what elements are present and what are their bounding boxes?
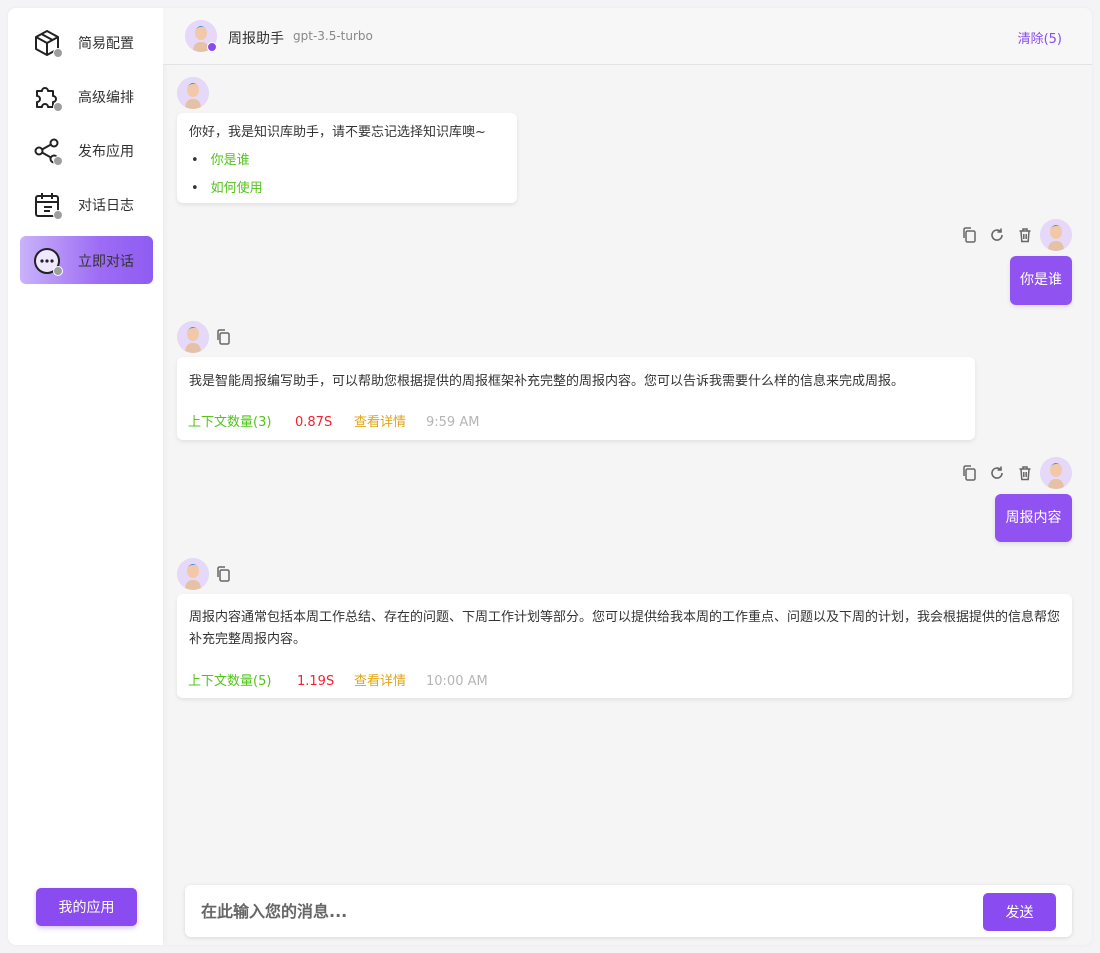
message-input-bar: 发送 bbox=[185, 885, 1072, 937]
bot-avatar bbox=[177, 77, 209, 109]
view-details-link[interactable]: 查看详情 bbox=[354, 671, 406, 693]
bot-message: 你好，我是知识库助手，请不要忘记选择知识库噢~ • 你是谁 • 如何使用 bbox=[177, 113, 517, 203]
copy-icon[interactable] bbox=[214, 328, 232, 346]
sidebar-item-label: 对话日志 bbox=[78, 198, 134, 214]
bot-avatar bbox=[177, 558, 209, 590]
message-text: 你好，我是知识库助手，请不要忘记选择知识库噢~ bbox=[189, 125, 486, 140]
sidebar: 简易配置 高级编排 发布应用 对话日志 立即对话 我的应用 bbox=[8, 8, 163, 945]
copy-icon[interactable] bbox=[214, 565, 232, 583]
status-dot bbox=[53, 266, 63, 276]
message-time: 10:00 AM bbox=[426, 674, 488, 689]
context-count[interactable]: 上下文数量(3) bbox=[188, 412, 271, 434]
chat-header: 周报助手 gpt-3.5-turbo 清除(5) bbox=[163, 8, 1092, 65]
suggestion-link[interactable]: 如何使用 bbox=[211, 181, 263, 196]
online-status-dot bbox=[207, 42, 217, 52]
message-time: 9:59 AM bbox=[426, 415, 480, 430]
view-details-link[interactable]: 查看详情 bbox=[354, 412, 406, 434]
suggestion-item[interactable]: • 如何使用 bbox=[191, 178, 263, 200]
user-avatar bbox=[1040, 219, 1072, 251]
sidebar-item-label: 简易配置 bbox=[78, 36, 134, 52]
response-duration: 1.19S bbox=[297, 674, 335, 689]
user-message: 周报内容 bbox=[995, 494, 1072, 542]
model-name: gpt-3.5-turbo bbox=[293, 29, 373, 43]
delete-icon[interactable] bbox=[1016, 226, 1034, 244]
response-duration: 0.87S bbox=[295, 415, 333, 430]
status-dot bbox=[53, 48, 63, 58]
sidebar-item-chat-now[interactable]: 立即对话 bbox=[20, 236, 153, 284]
context-count[interactable]: 上下文数量(5) bbox=[188, 671, 271, 693]
copy-icon[interactable] bbox=[960, 464, 978, 482]
sidebar-item-simple-config[interactable]: 简易配置 bbox=[20, 18, 153, 66]
refresh-icon[interactable] bbox=[988, 464, 1006, 482]
message-text: 周报内容通常包括本周工作总结、存在的问题、下周工作计划等部分。您可以提供给我本周… bbox=[189, 610, 1061, 647]
suggestion-link[interactable]: 你是谁 bbox=[211, 153, 250, 168]
bot-message: 我是智能周报编写助手，可以帮助您根据提供的周报框架补充完整的周报内容。您可以告诉… bbox=[177, 357, 975, 440]
sidebar-item-label: 发布应用 bbox=[78, 144, 134, 160]
clear-history-button[interactable]: 清除(5) bbox=[1018, 28, 1062, 47]
bot-avatar bbox=[177, 321, 209, 353]
suggestion-item[interactable]: • 你是谁 bbox=[191, 150, 250, 172]
app-window: 简易配置 高级编排 发布应用 对话日志 立即对话 我的应用 周报助手 gpt-3… bbox=[8, 8, 1092, 945]
send-button[interactable]: 发送 bbox=[983, 893, 1056, 931]
status-dot bbox=[53, 102, 63, 112]
user-message: 你是谁 bbox=[1010, 256, 1072, 305]
sidebar-item-advanced[interactable]: 高级编排 bbox=[20, 72, 153, 120]
refresh-icon[interactable] bbox=[988, 226, 1006, 244]
sidebar-item-label: 高级编排 bbox=[78, 90, 134, 106]
user-avatar bbox=[1040, 457, 1072, 489]
status-dot bbox=[53, 210, 63, 220]
sidebar-item-publish[interactable]: 发布应用 bbox=[20, 126, 153, 174]
sidebar-item-label: 立即对话 bbox=[78, 254, 134, 270]
delete-icon[interactable] bbox=[1016, 464, 1034, 482]
sidebar-item-logs[interactable]: 对话日志 bbox=[20, 180, 153, 228]
message-input[interactable] bbox=[201, 897, 961, 925]
status-dot bbox=[53, 156, 63, 166]
bot-message: 周报内容通常包括本周工作总结、存在的问题、下周工作计划等部分。您可以提供给我本周… bbox=[177, 594, 1072, 698]
my-apps-button[interactable]: 我的应用 bbox=[36, 888, 137, 926]
message-text: 我是智能周报编写助手，可以帮助您根据提供的周报框架补充完整的周报内容。您可以告诉… bbox=[189, 374, 905, 389]
copy-icon[interactable] bbox=[960, 226, 978, 244]
bot-name: 周报助手 bbox=[228, 31, 284, 47]
